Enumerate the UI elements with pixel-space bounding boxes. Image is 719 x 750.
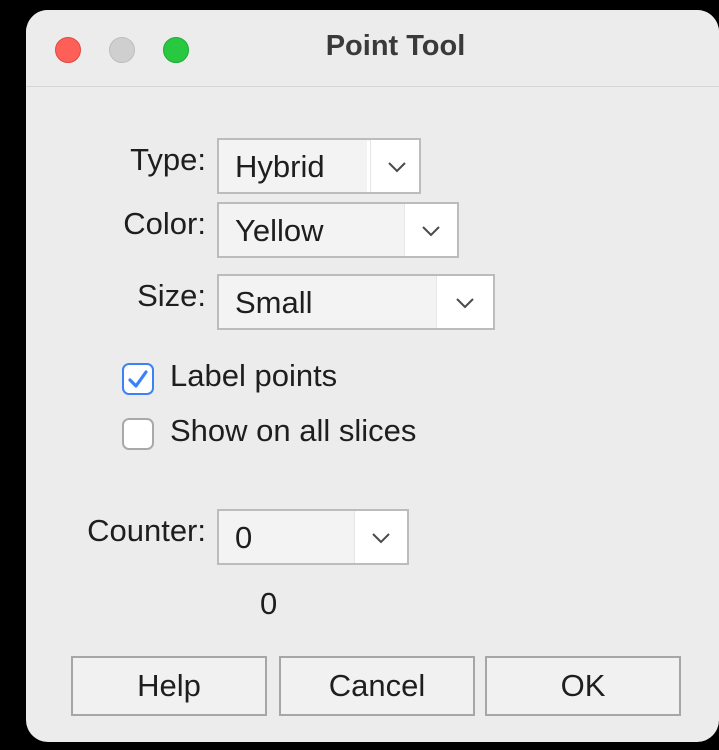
- point-count: 0: [260, 586, 278, 621]
- size-dropdown[interactable]: Small: [217, 274, 495, 330]
- label-points-label: Label points: [170, 358, 338, 393]
- help-button[interactable]: Help: [71, 656, 267, 716]
- point-tool-dialog: Point Tool Type: Hybrid Color: Yellow Si…: [26, 10, 719, 742]
- color-value: Yellow: [235, 213, 324, 248]
- show-all-slices-option[interactable]: Show on all slices: [122, 413, 482, 458]
- counter-dropdown[interactable]: 0: [217, 509, 409, 565]
- title-bar: Point Tool: [26, 10, 719, 87]
- counter-label: Counter:: [87, 513, 206, 548]
- show-all-slices-label: Show on all slices: [170, 413, 417, 448]
- type-dropdown[interactable]: Hybrid: [217, 138, 421, 194]
- counter-dropdown-toggle[interactable]: [354, 511, 407, 563]
- size-label: Size:: [137, 278, 206, 313]
- chevron-down-icon: [388, 162, 406, 173]
- chevron-down-icon: [372, 533, 390, 544]
- type-dropdown-toggle[interactable]: [370, 140, 419, 192]
- size-value: Small: [235, 285, 313, 320]
- size-dropdown-toggle[interactable]: [436, 276, 493, 328]
- type-value: Hybrid: [235, 149, 325, 184]
- chevron-down-icon: [456, 298, 474, 309]
- label-points-checkbox[interactable]: [122, 363, 154, 395]
- counter-value: 0: [235, 520, 253, 555]
- color-dropdown-toggle[interactable]: [404, 204, 457, 256]
- ok-button[interactable]: OK: [485, 656, 681, 716]
- color-dropdown[interactable]: Yellow: [217, 202, 459, 258]
- label-points-option[interactable]: Label points: [122, 358, 422, 403]
- chevron-down-icon: [422, 226, 440, 237]
- color-label: Color:: [123, 206, 206, 241]
- show-all-slices-checkbox[interactable]: [122, 418, 154, 450]
- window-title: Point Tool: [325, 30, 466, 62]
- type-label: Type:: [130, 142, 206, 177]
- cancel-button[interactable]: Cancel: [279, 656, 475, 716]
- checkmark-icon: [128, 370, 148, 388]
